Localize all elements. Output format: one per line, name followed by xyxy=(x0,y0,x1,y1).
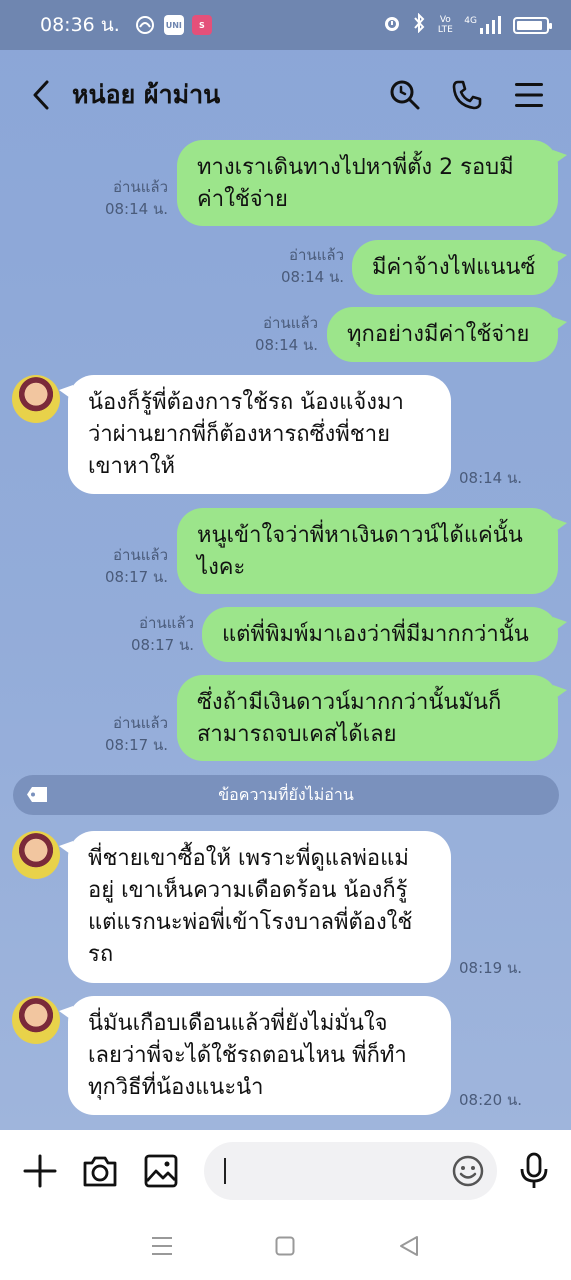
message-line: น้องก็รู้พี่ต้องการใช้รถ น้องแจ้งมา xyxy=(88,390,404,415)
unread-divider-label: ข้อความที่ยังไม่อ่าน xyxy=(218,784,354,804)
back-button[interactable] xyxy=(26,75,56,115)
message-input[interactable] xyxy=(203,1142,498,1200)
message-bubble-incoming[interactable]: พี่ชายเขาซื้อให้ เพราะพี่ดูแลพ่อแม่ อยู่… xyxy=(59,831,451,983)
volte-icon: Vo LTE xyxy=(437,15,453,35)
bluetooth-icon xyxy=(412,12,426,37)
message-time: 08:17 น. xyxy=(130,636,194,654)
message-meta: อ่านแล้ว 08:14 น. xyxy=(264,244,344,288)
microphone-icon xyxy=(520,1152,548,1188)
chevron-left-icon xyxy=(33,80,49,110)
hamburger-icon xyxy=(515,83,543,107)
message-line: ค่าใช้จ่าย xyxy=(197,187,288,212)
recents-icon xyxy=(151,1237,172,1255)
gallery-button[interactable] xyxy=(141,1151,181,1191)
tag-icon xyxy=(27,787,47,802)
emoji-icon[interactable] xyxy=(451,1154,485,1188)
message-time: 08:17 น. xyxy=(104,736,168,754)
read-receipt: อ่านแล้ว xyxy=(113,546,168,564)
message-line: ทุกวิธีที่น้องแนะนำ xyxy=(88,1075,264,1100)
camera-icon xyxy=(84,1156,117,1187)
home-icon xyxy=(275,1236,295,1256)
add-button[interactable] xyxy=(20,1151,60,1191)
message-line: ทุกอย่างมีค่าใช้จ่าย xyxy=(347,322,530,347)
message-bubble-outgoing[interactable]: ทางเราเดินทางไปหาพี่ตั้ง 2 รอบมี ค่าใช้จ… xyxy=(177,140,567,226)
message-line: แต่แรกนะพ่อพี่เข้าโรงบาลพี่ต้องใช้ xyxy=(88,910,413,935)
status-right-cluster: Vo LTE 4G xyxy=(382,12,552,37)
message-line: เลยว่าพี่จะได้ใช้รถตอนไหน พี่ก็ทำ xyxy=(88,1043,407,1068)
message-line: แต่พี่พิมพ์มาเองว่าพี่มีมากกว่านั้น xyxy=(222,622,529,647)
message-line: พี่ชายเขาซื้อให้ เพราะพี่ดูแลพ่อแม่ xyxy=(88,846,409,871)
call-button[interactable] xyxy=(451,79,483,111)
read-receipt: อ่านแล้ว xyxy=(113,714,168,732)
camera-button[interactable] xyxy=(81,1151,121,1191)
search-icon xyxy=(390,80,420,110)
text-caret xyxy=(223,1158,226,1184)
message-line: สามารถจบเคสได้เลย xyxy=(197,722,397,747)
recent-apps-button[interactable] xyxy=(147,1231,177,1261)
message-line: เขาหาให้ xyxy=(88,454,176,479)
message-meta: อ่านแล้ว 08:14 น. xyxy=(238,312,318,356)
contact-avatar[interactable] xyxy=(12,996,60,1044)
network-type-label: 4G xyxy=(464,16,477,26)
read-receipt: อ่านแล้ว xyxy=(263,314,318,332)
voice-button[interactable] xyxy=(517,1151,551,1191)
menu-button[interactable] xyxy=(513,79,545,111)
header-actions xyxy=(389,79,545,111)
back-nav-button[interactable] xyxy=(394,1231,424,1261)
plus-icon xyxy=(23,1154,57,1188)
message-line: อยู่ เขาเห็นความเดือดร้อน น้องก็รู้ xyxy=(88,878,408,903)
app-notification-icon xyxy=(134,15,156,35)
chat-header: หน่อย ผ้าม่าน xyxy=(0,50,571,140)
phone-icon xyxy=(452,80,482,110)
message-line: ซึ่งถ้ามีเงินดาวน์มากกว่านั้นมันก็ xyxy=(197,690,502,715)
read-receipt: อ่านแล้ว xyxy=(139,614,194,632)
message-time: 08:17 น. xyxy=(104,568,168,586)
status-bar: 08:36 น. UNI S Vo LTE 4G xyxy=(0,0,571,50)
alarm-icon xyxy=(382,13,402,37)
message-input-bar xyxy=(0,1130,571,1212)
read-receipt: อ่านแล้ว xyxy=(113,178,168,196)
battery-icon xyxy=(513,16,552,34)
home-button[interactable] xyxy=(270,1231,300,1261)
status-time: 08:36 น. xyxy=(40,14,120,36)
message-bubble-outgoing[interactable]: มีค่าจ้างไฟแนนซ์ xyxy=(352,240,567,295)
contact-avatar[interactable] xyxy=(12,831,60,879)
uniqlo-notification-icon: UNI xyxy=(163,15,184,35)
message-line: ว่าผ่านยากพี่ก็ต้องหารถซึ่งพี่ชาย xyxy=(88,422,390,447)
shop-notification-icon: S xyxy=(191,15,212,35)
message-bubble-outgoing[interactable]: ซึ่งถ้ามีเงินดาวน์มากกว่านั้นมันก็ สามาร… xyxy=(177,675,567,761)
message-time: 08:14 น. xyxy=(104,200,168,218)
message-bubble-incoming[interactable]: นี่มันเกือบเดือนแล้วพี่ยังไม่มั่นใจ เลยว… xyxy=(59,996,451,1115)
message-meta: อ่านแล้ว 08:17 น. xyxy=(90,712,168,756)
message-line: ทางเราเดินทางไปหาพี่ตั้ง 2 รอบมี xyxy=(197,155,514,180)
back-triangle-icon xyxy=(400,1236,419,1256)
message-meta: อ่านแล้ว 08:17 น. xyxy=(90,544,168,588)
message-line: ไงคะ xyxy=(197,555,246,580)
system-navigation-bar xyxy=(0,1212,571,1280)
message-meta: อ่านแล้ว 08:17 น. xyxy=(114,612,194,656)
read-receipt: อ่านแล้ว xyxy=(289,246,344,264)
message-time: 08:14 น. xyxy=(280,268,344,286)
message-bubble-incoming[interactable]: น้องก็รู้พี่ต้องการใช้รถ น้องแจ้งมา ว่าผ… xyxy=(59,375,451,494)
message-line: หนูเข้าใจว่าพี่หาเงินดาวน์ได้แค่นั้น xyxy=(197,523,523,548)
message-time: 08:19 น. xyxy=(459,959,523,977)
message-line: รถ xyxy=(88,942,114,967)
signal-icon: 4G xyxy=(464,16,503,34)
chat-title: หน่อย ผ้าม่าน xyxy=(72,80,221,109)
message-time: 08:14 น. xyxy=(254,336,318,354)
search-button[interactable] xyxy=(389,79,421,111)
message-time: 08:20 น. xyxy=(459,1091,523,1109)
message-bubble-outgoing[interactable]: หนูเข้าใจว่าพี่หาเงินดาวน์ได้แค่นั้น ไงค… xyxy=(177,508,567,594)
message-line: นี่มันเกือบเดือนแล้วพี่ยังไม่มั่นใจ xyxy=(88,1011,388,1036)
contact-avatar[interactable] xyxy=(12,375,60,423)
image-icon xyxy=(144,1154,178,1188)
message-meta: อ่านแล้ว 08:14 น. xyxy=(90,176,168,220)
unread-messages-divider: ข้อความที่ยังไม่อ่าน xyxy=(13,775,559,815)
message-line: มีค่าจ้างไฟแนนซ์ xyxy=(372,255,536,280)
message-bubble-outgoing[interactable]: ทุกอย่างมีค่าใช้จ่าย xyxy=(327,307,567,362)
message-bubble-outgoing[interactable]: แต่พี่พิมพ์มาเองว่าพี่มีมากกว่านั้น xyxy=(202,607,567,662)
message-time: 08:14 น. xyxy=(459,469,523,487)
